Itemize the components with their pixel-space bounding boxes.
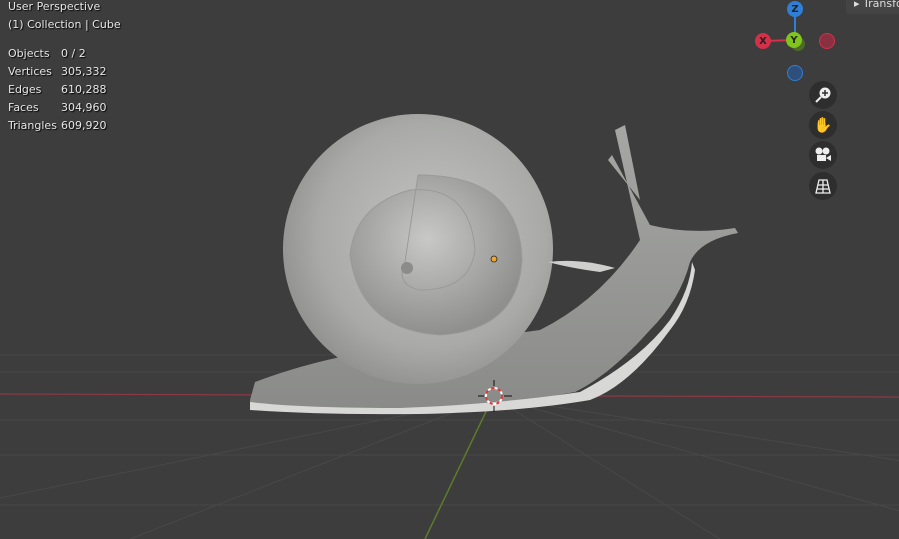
expand-arrow-icon: ▸ bbox=[854, 0, 864, 10]
stat-faces: Faces 304,960 bbox=[8, 101, 107, 114]
stat-label: Vertices bbox=[8, 65, 52, 78]
collection-label: (1) Collection | Cube bbox=[8, 18, 121, 31]
camera-icon bbox=[815, 147, 831, 161]
stat-value: 305,332 bbox=[61, 65, 107, 78]
y-axis-line bbox=[424, 396, 494, 539]
stat-value: 0 / 2 bbox=[61, 47, 86, 60]
stat-label: Triangles bbox=[8, 119, 57, 132]
stat-vertices: Vertices 305,332 bbox=[8, 65, 107, 78]
camera-view-button[interactable] bbox=[809, 141, 837, 169]
hand-pan-icon: ✋ bbox=[813, 116, 833, 134]
zoom-icon bbox=[815, 87, 831, 103]
object-origin bbox=[490, 255, 498, 263]
stat-label: Edges bbox=[8, 83, 42, 96]
gizmo-z-axis[interactable]: Z bbox=[787, 1, 803, 17]
stat-value: 609,920 bbox=[61, 119, 107, 132]
grid-ortho-icon bbox=[815, 179, 831, 194]
sidebar-transform-tab[interactable]: ▸ Transform bbox=[846, 0, 899, 14]
gizmo-y-axis[interactable]: Y bbox=[786, 32, 802, 48]
ortho-toggle-button[interactable] bbox=[809, 172, 837, 200]
transform-label: Transform bbox=[863, 0, 899, 10]
stat-label: Faces bbox=[8, 101, 39, 114]
gizmo-neg-z-axis[interactable] bbox=[787, 65, 803, 81]
stat-value: 304,960 bbox=[61, 101, 107, 114]
gizmo-neg-x-axis[interactable] bbox=[819, 33, 835, 49]
stat-edges: Edges 610,288 bbox=[8, 83, 107, 96]
gizmo-x-axis[interactable]: X bbox=[755, 33, 771, 49]
stat-label: Objects bbox=[8, 47, 50, 60]
pan-button[interactable]: ✋ bbox=[809, 111, 837, 139]
snail-model[interactable] bbox=[250, 114, 738, 415]
zoom-button[interactable] bbox=[809, 81, 837, 109]
stat-triangles: Triangles 609,920 bbox=[8, 119, 107, 132]
view-name: User Perspective bbox=[8, 0, 101, 13]
stat-value: 610,288 bbox=[61, 83, 107, 96]
stat-objects: Objects 0 / 2 bbox=[8, 47, 86, 60]
